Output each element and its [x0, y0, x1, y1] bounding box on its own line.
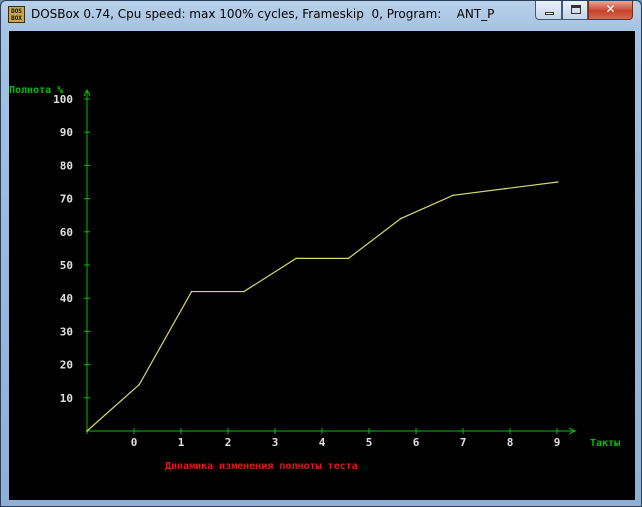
series-line — [86, 181, 558, 432]
x-tick-label: 9 — [554, 436, 561, 449]
y-tick-label: 50 — [60, 259, 73, 272]
data-point — [504, 187, 507, 190]
data-point — [138, 383, 141, 386]
data-point — [400, 217, 402, 220]
dos-screen[interactable]: 10 20 30 40 50 60 70 80 90 100 0123456789 Полнота… — [9, 31, 635, 500]
icon-text-bottom: BOX — [11, 15, 22, 22]
y-tick-label: 60 — [60, 226, 73, 239]
y-tick-label: 10 — [60, 392, 73, 405]
close-icon: ✕ — [605, 2, 616, 16]
x-tick-label: 5 — [366, 436, 373, 449]
x-tick-label: 1 — [178, 436, 185, 449]
chart-caption: Динамика изменения полноты теста — [165, 461, 358, 472]
data-point — [86, 430, 88, 432]
data-point — [452, 194, 454, 197]
x-tick-label: 2 — [225, 436, 232, 449]
y-tick-label: 90 — [60, 126, 73, 139]
x-tick-label: 8 — [507, 436, 514, 449]
data-point — [190, 290, 193, 293]
minimize-icon — [545, 12, 554, 15]
y-tick-label: 80 — [60, 159, 73, 172]
x-axis-label: Такты — [590, 438, 620, 449]
close-button[interactable]: ✕ — [588, 1, 633, 20]
x-tick-label: 3 — [272, 436, 279, 449]
x-tick-label: 0 — [131, 436, 138, 449]
data-point — [243, 290, 245, 293]
y-axis-label: Полнота % — [9, 85, 63, 96]
x-tick-label: 6 — [413, 436, 420, 449]
minimize-button[interactable] — [535, 1, 562, 20]
line-chart: 102030405060708090100 0123456789 Полнота… — [9, 85, 620, 472]
x-tick-label: 7 — [460, 436, 467, 449]
dosbox-app-icon[interactable]: DOS BOX — [8, 6, 25, 23]
y-tick-label: 20 — [60, 359, 73, 372]
icon-text-top: DOS — [11, 8, 22, 15]
y-tick-label: 70 — [60, 193, 73, 206]
maximize-icon — [571, 5, 581, 14]
y-tick-label: 30 — [60, 325, 73, 338]
data-point — [295, 257, 298, 260]
maximize-button[interactable] — [562, 1, 588, 20]
y-tick-label: 40 — [60, 292, 73, 305]
window-title: DOSBox 0.74, Cpu speed: max 100% cycles,… — [31, 7, 495, 21]
title-bar[interactable]: DOS BOX DOSBox 0.74, Cpu speed: max 100%… — [1, 1, 641, 31]
x-tick-label: 4 — [319, 436, 326, 449]
data-point — [556, 181, 559, 183]
data-point — [347, 257, 350, 260]
dosbox-window: DOS BOX DOSBox 0.74, Cpu speed: max 100%… — [0, 0, 642, 507]
